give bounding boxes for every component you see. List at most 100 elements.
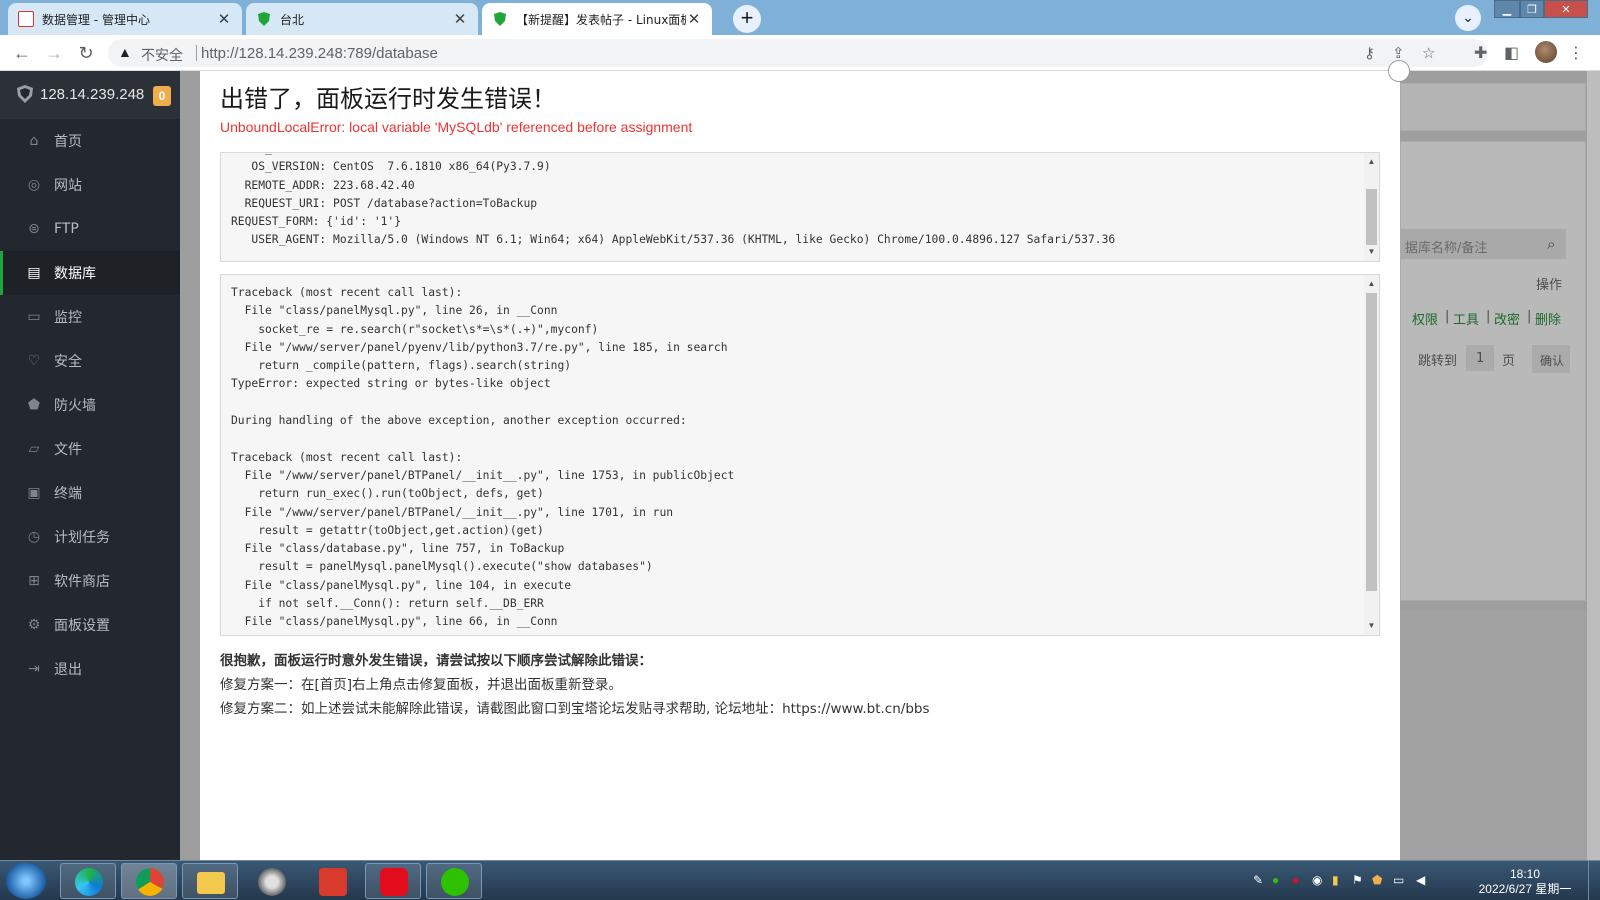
shield-favicon-icon (258, 12, 270, 26)
search-input[interactable]: 据库名称/备注 ⌕ (1400, 229, 1566, 259)
side-panel-icon[interactable]: ◧ (1504, 43, 1519, 63)
sidebar-item-label: 退出 (54, 662, 82, 678)
taskbar-wps-icon[interactable] (304, 863, 360, 899)
dialog-close-icon[interactable] (1388, 60, 1410, 82)
folder-icon: ▱ (28, 441, 40, 457)
key-icon[interactable]: ⚷ (1364, 44, 1375, 62)
sidebar-item-security[interactable]: ♡ 安全 (0, 339, 180, 383)
taskbar-file-explorer-icon[interactable] (182, 863, 238, 899)
browser-tab-3[interactable]: 【新提醒】发表帖子 - Linux面板 ✕ (482, 3, 712, 35)
error-message: UnboundLocalError: local variable 'MySQL… (220, 119, 693, 135)
sidebar-item-firewall[interactable]: ⬟ 防火墙 (0, 383, 180, 427)
page-unit-label: 页 (1502, 354, 1516, 369)
show-desktop-button[interactable] (1588, 861, 1600, 900)
address-bar[interactable]: ▲ 不安全 http://128.14.239.248:789/database… (108, 39, 1488, 67)
scroll-down-arrow-icon[interactable]: ▼ (1364, 619, 1379, 633)
fix-option-two: 修复方案二：如上述尝试未能解除此错误，请截图此窗口到宝塔论坛发贴寻求帮助, 论坛… (220, 701, 930, 717)
jump-confirm-button[interactable]: 确认 (1532, 345, 1570, 373)
site-favicon-icon (18, 11, 34, 27)
tray-shield-icon[interactable]: ⬟ (1372, 873, 1382, 887)
forward-arrow-icon[interactable]: → (42, 41, 66, 65)
sidebar-item-folder[interactable]: ▱ 文件 (0, 427, 180, 471)
fix-option-one: 修复方案一：在[首页]右上角点击修复面板，并退出面板重新登录。 (220, 677, 623, 693)
tray-network-icon[interactable]: ◉ (1312, 873, 1322, 887)
sidebar-item-apps[interactable]: ⊞ 软件商店 (0, 559, 180, 603)
taskbar-clock[interactable]: 18:10 2022/6/27 星期一 (1470, 867, 1580, 897)
page-number-input[interactable]: 1 (1466, 345, 1494, 371)
tray-usb-icon[interactable]: ▮ (1332, 873, 1339, 887)
tray-wechat-icon[interactable]: ● (1272, 873, 1279, 887)
tray-display-icon[interactable]: ▭ (1393, 873, 1404, 887)
sidebar-item-clock[interactable]: ◷ 计划任务 (0, 515, 180, 559)
sidebar-item-label: 软件商店 (54, 574, 110, 590)
sidebar-item-label: 网站 (54, 178, 82, 194)
browser-tab-2[interactable]: 台北 ✕ (246, 3, 478, 35)
notification-badge[interactable]: 0 (153, 86, 171, 106)
sidebar-item-database[interactable]: ▤ 数据库 (0, 251, 180, 295)
close-tab-icon[interactable]: ✕ (686, 10, 702, 28)
scroll-thumb[interactable] (1366, 189, 1377, 245)
sidebar-item-terminal[interactable]: ▣ 终端 (0, 471, 180, 515)
page-header-card (1400, 83, 1586, 131)
environment-scrollbar[interactable]: ▲ ▼ (1364, 153, 1379, 261)
taskbar-chrome-icon[interactable] (121, 863, 177, 899)
tray-netease-icon[interactable]: ● (1292, 873, 1299, 887)
traceback-scrollbar[interactable]: ▲ ▼ (1364, 275, 1379, 635)
sidebar-item-ftp[interactable]: ⊜ FTP (0, 207, 180, 251)
sidebar-item-monitor[interactable]: ▭ 监控 (0, 295, 180, 339)
maximize-window-icon[interactable]: ❐ (1520, 0, 1544, 18)
profile-avatar[interactable] (1535, 41, 1557, 63)
environment-info-box[interactable]: PAN_VERSION: 7.9.2 OS_VERSION: CentOS 7.… (220, 152, 1380, 262)
sidebar-item-globe[interactable]: ◎ 网站 (0, 163, 180, 207)
globe-icon: ◎ (27, 177, 41, 193)
firewall-icon: ⬟ (27, 397, 41, 413)
close-window-icon[interactable]: ✕ (1544, 0, 1588, 18)
shield-favicon-icon (494, 12, 506, 26)
tab-search-chevron-icon[interactable]: ⌄ (1455, 5, 1481, 31)
tray-flag-icon[interactable]: ⚑ (1352, 873, 1363, 887)
browser-tab-1[interactable]: 数据管理 - 管理中心 ✕ (8, 3, 242, 35)
sidebar-item-logout[interactable]: ⇥ 退出 (0, 647, 180, 691)
bookmark-star-icon[interactable]: ☆ (1422, 44, 1435, 62)
taskbar-network-icon[interactable] (243, 863, 299, 899)
extensions-puzzle-icon[interactable]: ✚ (1474, 43, 1487, 63)
sidebar-item-label: 监控 (54, 310, 82, 326)
tab-title: 数据管理 - 管理中心 (42, 12, 150, 27)
action-change-password-link[interactable]: 改密 (1494, 309, 1520, 328)
scroll-up-arrow-icon[interactable]: ▲ (1364, 155, 1379, 169)
help-title: 很抱歉，面板运行时意外发生错误，请尝试按以下顺序尝试解除此错误： (220, 653, 652, 669)
sidebar-item-settings[interactable]: ⚙ 面板设置 (0, 603, 180, 647)
url-text[interactable]: http://128.14.239.248:789/database (201, 45, 438, 62)
tray-volume-icon[interactable]: ◀ (1416, 873, 1425, 887)
new-tab-button[interactable]: + (733, 5, 761, 33)
menu-kebab-icon[interactable]: ⋮ (1568, 43, 1584, 63)
back-arrow-icon[interactable]: ← (10, 41, 34, 65)
traceback-box[interactable]: Traceback (most recent call last): File … (220, 274, 1380, 636)
security-label[interactable]: 不安全 (141, 45, 183, 65)
action-delete-link[interactable]: 删除 (1535, 309, 1561, 328)
taskbar-wechat-icon[interactable] (426, 863, 482, 899)
tray-pen-icon[interactable]: ✎ (1253, 873, 1263, 887)
scroll-down-arrow-icon[interactable]: ▼ (1364, 245, 1379, 259)
sidebar-item-label: 终端 (54, 486, 82, 502)
warning-triangle-icon: ▲ (118, 44, 132, 60)
reload-icon[interactable]: ↻ (74, 41, 98, 65)
taskbar-netease-music-icon[interactable] (365, 863, 421, 899)
windows-start-button[interactable] (6, 863, 46, 899)
sidebar-item-home[interactable]: ⌂ 首页 (0, 119, 180, 163)
scroll-thumb[interactable] (1366, 293, 1377, 591)
settings-icon: ⚙ (27, 617, 41, 633)
taskbar-edge-icon[interactable] (60, 863, 116, 899)
page-lower-area (1400, 611, 1586, 859)
action-permission-link[interactable]: 权限 (1412, 309, 1438, 328)
sidebar-item-label: FTP (54, 221, 79, 237)
close-tab-icon[interactable]: ✕ (452, 10, 468, 28)
scroll-up-arrow-icon[interactable]: ▲ (1364, 277, 1379, 291)
search-icon[interactable]: ⌕ (1547, 235, 1555, 253)
close-tab-icon[interactable]: ✕ (216, 10, 232, 28)
action-tools-link[interactable]: 工具 (1453, 309, 1479, 328)
clock-icon: ◷ (27, 529, 41, 545)
omnibox-divider (196, 45, 197, 61)
page-scrollbar[interactable] (1587, 71, 1600, 860)
minimize-window-icon[interactable]: ▁ (1494, 0, 1520, 18)
